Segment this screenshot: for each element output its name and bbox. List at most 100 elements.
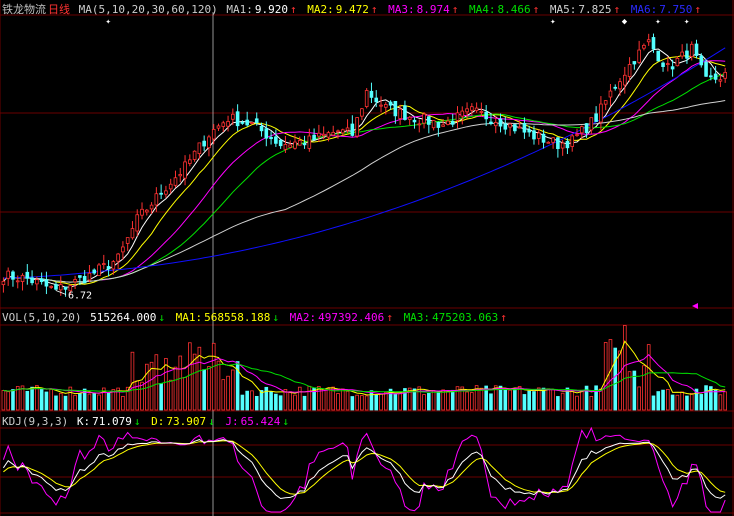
volume-bar (20, 385, 25, 411)
volume-bar (360, 395, 364, 411)
volume-bar (269, 391, 273, 411)
candle-body (25, 271, 30, 279)
candle-body (221, 122, 226, 127)
candle-body (73, 279, 77, 283)
candle-body (527, 129, 531, 133)
candle-body (417, 123, 422, 126)
candle-body (192, 150, 197, 160)
candle-body (307, 135, 312, 149)
candle-body (254, 118, 259, 124)
candle-body (651, 37, 656, 50)
volume-bar (78, 393, 82, 411)
candle-body (709, 75, 713, 78)
volume-bar (704, 385, 708, 411)
volume-bar (465, 391, 469, 411)
stock-name[interactable]: 铁龙物流 (2, 3, 46, 16)
vol-ma3-readout: MA3: 475203.063 ↑ (403, 311, 507, 324)
candle-body (369, 90, 374, 98)
candle-body (450, 120, 455, 125)
candle-body (689, 43, 694, 57)
candle-body (508, 123, 512, 128)
candle-body (388, 101, 393, 106)
volume-bar (259, 390, 264, 411)
volume-bar (489, 393, 493, 411)
volume-bar (599, 388, 603, 411)
vol-ma2-readout: MA2: 497392.406 ↑ (289, 311, 393, 324)
candle-body (35, 279, 39, 285)
volume-bar (355, 394, 359, 411)
kdj-header: KDJ(9,3,3) K: 71.079 ↓ D: 73.907 ↓ J: 65.424 ↓ (2, 415, 293, 428)
candle-body (575, 134, 579, 136)
volume-bar (278, 395, 283, 411)
volume-bar (54, 395, 58, 411)
candle-body (360, 108, 364, 117)
volume-bar (121, 395, 125, 411)
volume-bar (556, 396, 560, 411)
kdj-lines (2, 426, 726, 513)
volume-bar (642, 365, 646, 411)
candle-body (101, 263, 106, 265)
candle-body (642, 44, 646, 49)
volume-bar (140, 381, 144, 411)
candle-body (39, 278, 44, 283)
volume-bar (613, 347, 618, 411)
candle-body (694, 43, 699, 56)
period-label[interactable]: 日线 (48, 3, 70, 16)
candle-body (231, 113, 235, 120)
volume-bar (503, 388, 508, 411)
volume-bar (188, 342, 192, 411)
volume-bar (594, 385, 598, 411)
candle-body (121, 246, 125, 253)
candle-body (436, 122, 441, 128)
volume-bar (522, 394, 527, 411)
volume-bar (670, 394, 675, 411)
ma5-readout: MA5: 7.825 ↑ (549, 3, 621, 16)
candle-body (584, 123, 589, 134)
volume-bar (570, 389, 575, 411)
volume-bar (689, 393, 694, 411)
volume-bar (63, 395, 68, 411)
volume-bar (92, 393, 97, 411)
candle-body (173, 177, 178, 186)
candle-body (723, 72, 727, 79)
volume-bar (39, 388, 44, 411)
volume-bar (680, 391, 684, 411)
candle-body (431, 120, 436, 129)
volume-bar (49, 389, 53, 411)
volume-bar (436, 391, 441, 411)
event-marker-icon: ✦ (655, 17, 661, 27)
candle-body (484, 111, 488, 120)
ma2-readout: MA2: 9.472 ↑ (307, 3, 378, 16)
volume-bar (345, 390, 350, 411)
candle-body (579, 126, 584, 134)
volume-bar (173, 366, 178, 411)
candle-body (355, 117, 359, 137)
ma6-readout: MA6: 7.750 ↑ (630, 3, 701, 16)
candle-body (207, 136, 211, 149)
candle-body (422, 113, 426, 124)
price-header: 铁龙物流 日线 MA(5,10,20,30,60,120) MA1: 9.920 ↑ … (2, 3, 705, 16)
volume-bar (713, 389, 718, 411)
candle-body (6, 270, 10, 279)
candle-body (197, 142, 202, 154)
candle-body (345, 127, 350, 131)
chart-canvas[interactable]: 6.72 ✦ ✦ ◆ ✦ ✦ (0, 0, 734, 516)
volume-bars[interactable] (1, 325, 727, 411)
volume-bar (211, 342, 216, 411)
candle-body (680, 51, 684, 57)
volume-bar (87, 393, 92, 411)
candle-body (613, 86, 618, 89)
candle-body (670, 66, 675, 70)
ma3-readout: MA3: 8.974 ↑ (388, 3, 459, 16)
candle-body (250, 122, 254, 124)
volume-bar (527, 390, 531, 411)
event-marker-icon: ✦ (684, 17, 690, 27)
candle-body (374, 97, 379, 103)
candlesticks[interactable] (1, 33, 727, 297)
volume-bar (369, 390, 374, 411)
volume-bar (159, 383, 163, 411)
candle-body (379, 104, 383, 107)
kdj-params: KDJ(9,3,3) (2, 415, 69, 428)
candle-body (168, 183, 173, 190)
volume-bar (245, 390, 249, 411)
